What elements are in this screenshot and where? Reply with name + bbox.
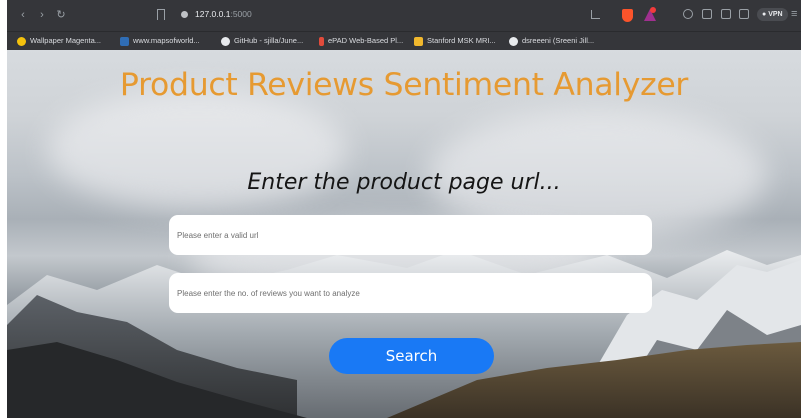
bookmark-item[interactable]: GitHub - sjilla/June...	[221, 35, 303, 47]
vpn-button[interactable]: ● VPN	[757, 8, 788, 21]
reload-icon[interactable]: ↻	[55, 8, 67, 22]
share-icon[interactable]	[591, 10, 600, 19]
bookmark-label: ePAD Web-Based Pl...	[328, 36, 404, 46]
page-content: Product Reviews Sentiment Analyzer Enter…	[7, 50, 801, 418]
url-input[interactable]	[169, 215, 652, 255]
url-port: :5000	[230, 9, 252, 19]
sidebar-icon[interactable]	[721, 9, 731, 19]
vpn-label: VPN	[768, 11, 783, 18]
maps-icon	[120, 36, 129, 46]
address-url[interactable]: 127.0.0.1:5000	[195, 9, 252, 19]
bookmark-page-icon[interactable]	[157, 9, 165, 20]
github-icon	[509, 36, 518, 46]
bookmark-label: GitHub - sjilla/June...	[234, 36, 304, 46]
page-title: Product Reviews Sentiment Analyzer	[119, 67, 689, 103]
browser-toolbar: ‹ › ↻ 127.0.0.1:5000 ● VPN ≡	[7, 0, 801, 31]
bookmarks-bar: Wallpaper Magenta... www.mapsofworld... …	[7, 31, 801, 50]
bookmark-label: dsreeeni (Sreeni Jill...	[522, 36, 595, 46]
bookmark-label: Stanford MSK MRI...	[427, 36, 496, 46]
review-count-input[interactable]	[169, 273, 652, 313]
bookmark-item[interactable]: Wallpaper Magenta...	[17, 35, 101, 47]
notification-badge	[650, 7, 656, 13]
tab-search-icon[interactable]	[739, 9, 749, 19]
back-icon[interactable]: ‹	[17, 8, 29, 22]
brave-shield-icon[interactable]	[622, 9, 633, 22]
bookmark-item[interactable]: dsreeeni (Sreeni Jill...	[509, 35, 594, 47]
forward-icon[interactable]: ›	[36, 8, 48, 22]
bookmark-item[interactable]: ePAD Web-Based Pl...	[319, 35, 403, 47]
bookmark-item[interactable]: www.mapsofworld...	[120, 35, 200, 47]
extensions-icon[interactable]	[683, 9, 693, 19]
stanford-icon	[414, 36, 423, 46]
browser-window: ‹ › ↻ 127.0.0.1:5000 ● VPN ≡ Wallpaper M…	[7, 0, 801, 418]
bookmark-label: www.mapsofworld...	[133, 36, 200, 46]
epad-icon	[319, 36, 324, 46]
site-info-icon[interactable]	[181, 11, 188, 18]
address-bar[interactable]: 127.0.0.1:5000	[157, 6, 656, 25]
url-prompt-heading: Enter the product page url...	[247, 170, 561, 195]
bulb-icon	[17, 36, 26, 46]
github-icon	[221, 36, 230, 46]
search-button[interactable]: Search	[329, 338, 494, 374]
hamburger-menu-icon[interactable]: ≡	[791, 8, 797, 20]
url-host: 127.0.0.1	[195, 9, 231, 19]
wallet-icon[interactable]	[702, 9, 712, 19]
bookmark-label: Wallpaper Magenta...	[30, 36, 102, 46]
bookmark-item[interactable]: Stanford MSK MRI...	[414, 35, 496, 47]
